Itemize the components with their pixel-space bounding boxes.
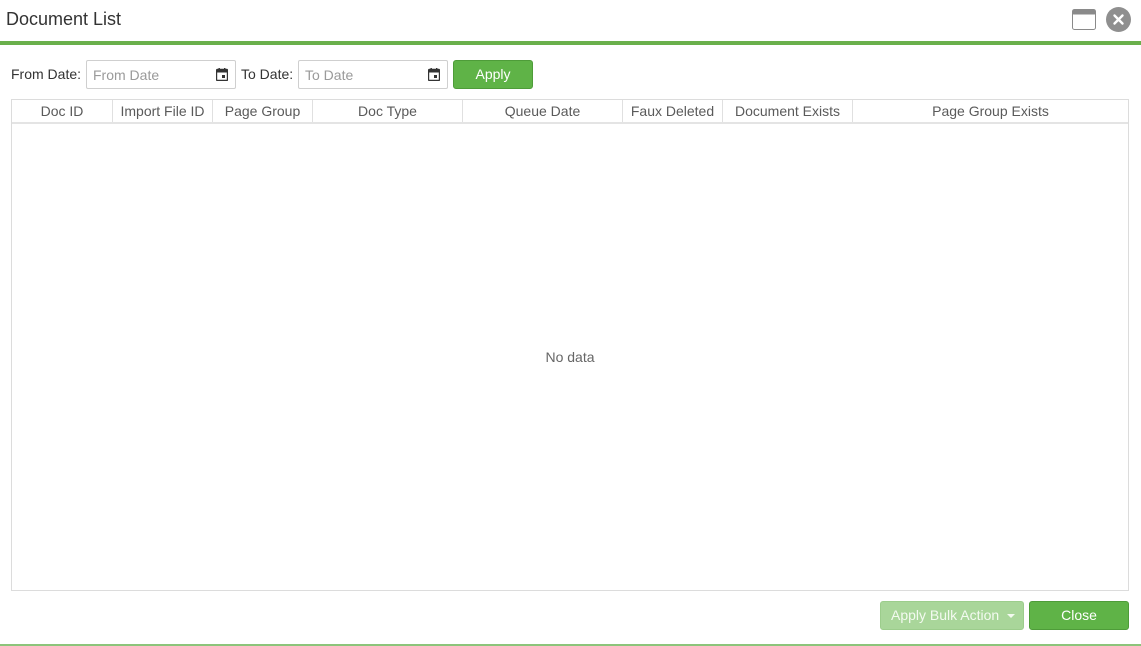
from-date-label: From Date: bbox=[11, 66, 82, 82]
calendar-icon[interactable] bbox=[215, 68, 229, 82]
column-header-import-file-id[interactable]: Import File ID bbox=[113, 100, 213, 122]
calendar-icon[interactable] bbox=[427, 68, 441, 82]
bulk-action-label: Apply Bulk Action bbox=[891, 607, 1000, 623]
from-date-picker[interactable] bbox=[86, 60, 236, 89]
to-date-label: To Date: bbox=[241, 66, 294, 82]
title-bar: Document List bbox=[0, 0, 1141, 41]
chevron-down-icon bbox=[1007, 614, 1015, 618]
to-date-picker[interactable] bbox=[298, 60, 448, 89]
column-header-page-group-exists[interactable]: Page Group Exists bbox=[853, 100, 1128, 122]
apply-bulk-action-button[interactable]: Apply Bulk Action bbox=[880, 601, 1024, 630]
empty-grid-message: No data bbox=[545, 349, 595, 365]
column-header-document-exists[interactable]: Document Exists bbox=[723, 100, 853, 122]
title-divider bbox=[0, 41, 1141, 45]
maximize-icon[interactable] bbox=[1072, 9, 1096, 30]
close-button[interactable]: Close bbox=[1029, 601, 1129, 630]
apply-filter-button[interactable]: Apply bbox=[453, 60, 533, 89]
column-header-faux-deleted[interactable]: Faux Deleted bbox=[623, 100, 723, 122]
from-date-input[interactable] bbox=[87, 61, 207, 88]
to-date-input[interactable] bbox=[299, 61, 419, 88]
grid-header: Doc ID Import File ID Page Group Doc Typ… bbox=[12, 100, 1128, 124]
column-header-doc-id[interactable]: Doc ID bbox=[12, 100, 113, 122]
column-header-doc-type[interactable]: Doc Type bbox=[313, 100, 463, 122]
column-header-queue-date[interactable]: Queue Date bbox=[463, 100, 623, 122]
close-icon[interactable] bbox=[1106, 7, 1131, 32]
column-header-page-group[interactable]: Page Group bbox=[213, 100, 313, 122]
date-filter-bar: From Date: To Date: Apply bbox=[0, 60, 1141, 90]
document-grid: Doc ID Import File ID Page Group Doc Typ… bbox=[11, 99, 1129, 591]
dialog-title: Document List bbox=[6, 9, 122, 29]
